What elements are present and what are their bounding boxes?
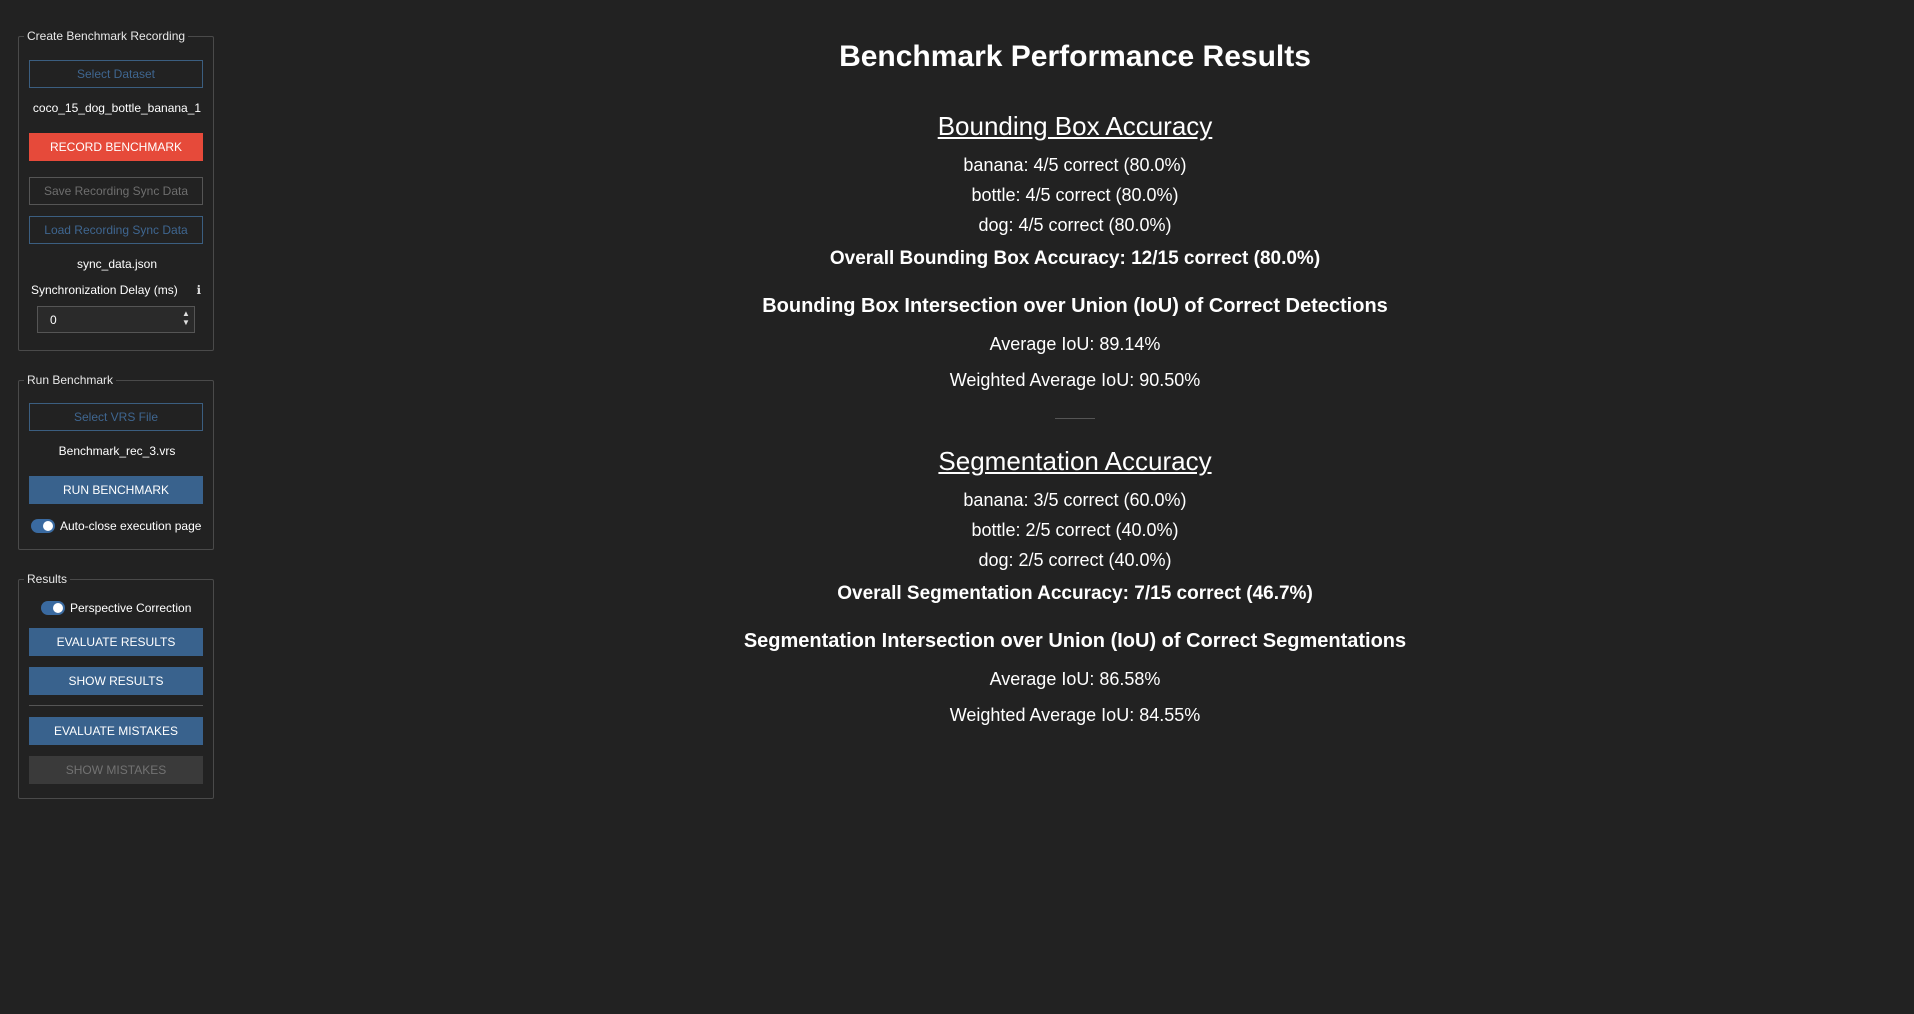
run-benchmark-group: Run Benchmark Select VRS File Benchmark_… [18, 373, 214, 550]
auto-close-row[interactable]: Auto-close execution page [31, 519, 201, 533]
page-title: Benchmark Performance Results [839, 40, 1311, 73]
seg-iou-heading: Segmentation Intersection over Union (Io… [743, 630, 1407, 652]
seg-row-bottle: bottle: 2/5 correct (40.0%) [971, 520, 1179, 540]
seg-row-dog: dog: 2/5 correct (40.0%) [978, 550, 1172, 570]
evaluate-mistakes-button[interactable]: EVALUATE MISTAKES [29, 717, 203, 745]
record-benchmark-button[interactable]: RECORD BENCHMARK [29, 133, 203, 161]
bbox-iou-heading: Bounding Box Intersection over Union (Io… [762, 295, 1388, 317]
load-sync-data-button[interactable]: Load Recording Sync Data [29, 216, 203, 244]
show-results-button[interactable]: SHOW RESULTS [29, 667, 203, 695]
spin-down-icon[interactable]: ▼ [181, 318, 191, 327]
dataset-name-label: coco_15_dog_bottle_banana_1 [32, 101, 202, 115]
results-group-title: Results [24, 572, 71, 586]
bbox-accuracy-heading: Bounding Box Accuracy [937, 111, 1213, 141]
sync-delay-value[interactable]: 0 [50, 313, 57, 327]
evaluate-results-button[interactable]: EVALUATE RESULTS [29, 628, 203, 656]
run-benchmark-group-title: Run Benchmark [24, 373, 117, 387]
perspective-label: Perspective Correction [70, 601, 192, 615]
toggle-knob [53, 603, 63, 613]
info-icon[interactable]: ℹ [196, 283, 201, 297]
sync-delay-spinbox[interactable]: 0 ▲ ▼ [37, 306, 195, 333]
select-dataset-button[interactable]: Select Dataset [29, 60, 203, 88]
results-group: Results Perspective Correction EVALUATE … [18, 572, 214, 799]
bbox-weighted-iou: Weighted Average IoU: 90.50% [949, 370, 1201, 390]
save-sync-data-button[interactable]: Save Recording Sync Data [29, 177, 203, 205]
sync-file-label: sync_data.json [76, 257, 158, 271]
seg-row-banana: banana: 3/5 correct (60.0%) [963, 490, 1187, 510]
section-separator [1055, 418, 1095, 419]
bbox-average-iou: Average IoU: 89.14% [989, 334, 1161, 354]
perspective-row[interactable]: Perspective Correction [41, 601, 191, 615]
spin-up-icon[interactable]: ▲ [181, 309, 191, 318]
seg-overall-accuracy: Overall Segmentation Accuracy: 7/15 corr… [837, 583, 1313, 604]
select-vrs-button[interactable]: Select VRS File [29, 403, 203, 431]
bbox-row-bottle: bottle: 4/5 correct (80.0%) [971, 185, 1179, 205]
create-recording-group: Create Benchmark Recording Select Datase… [18, 29, 214, 351]
bbox-row-dog: dog: 4/5 correct (80.0%) [978, 215, 1172, 235]
run-benchmark-button[interactable]: RUN BENCHMARK [29, 476, 203, 504]
auto-close-toggle[interactable] [31, 519, 55, 533]
sync-delay-label: Synchronization Delay (ms) [31, 283, 178, 297]
seg-accuracy-heading: Segmentation Accuracy [938, 446, 1212, 476]
perspective-toggle[interactable] [41, 601, 65, 615]
spin-arrows[interactable]: ▲ ▼ [181, 309, 191, 330]
auto-close-label: Auto-close execution page [60, 519, 202, 533]
seg-weighted-iou: Weighted Average IoU: 84.55% [949, 705, 1201, 725]
sync-delay-row: Synchronization Delay (ms) ℹ [31, 283, 205, 297]
bbox-row-banana: banana: 4/5 correct (80.0%) [963, 155, 1187, 175]
bbox-overall-accuracy: Overall Bounding Box Accuracy: 12/15 cor… [829, 248, 1321, 269]
results-divider [29, 705, 203, 706]
seg-average-iou: Average IoU: 86.58% [989, 669, 1161, 689]
show-mistakes-button[interactable]: SHOW MISTAKES [29, 756, 203, 784]
create-recording-group-title: Create Benchmark Recording [24, 29, 189, 43]
vrs-file-label: Benchmark_rec_3.vrs [58, 444, 176, 458]
toggle-knob [43, 521, 53, 531]
